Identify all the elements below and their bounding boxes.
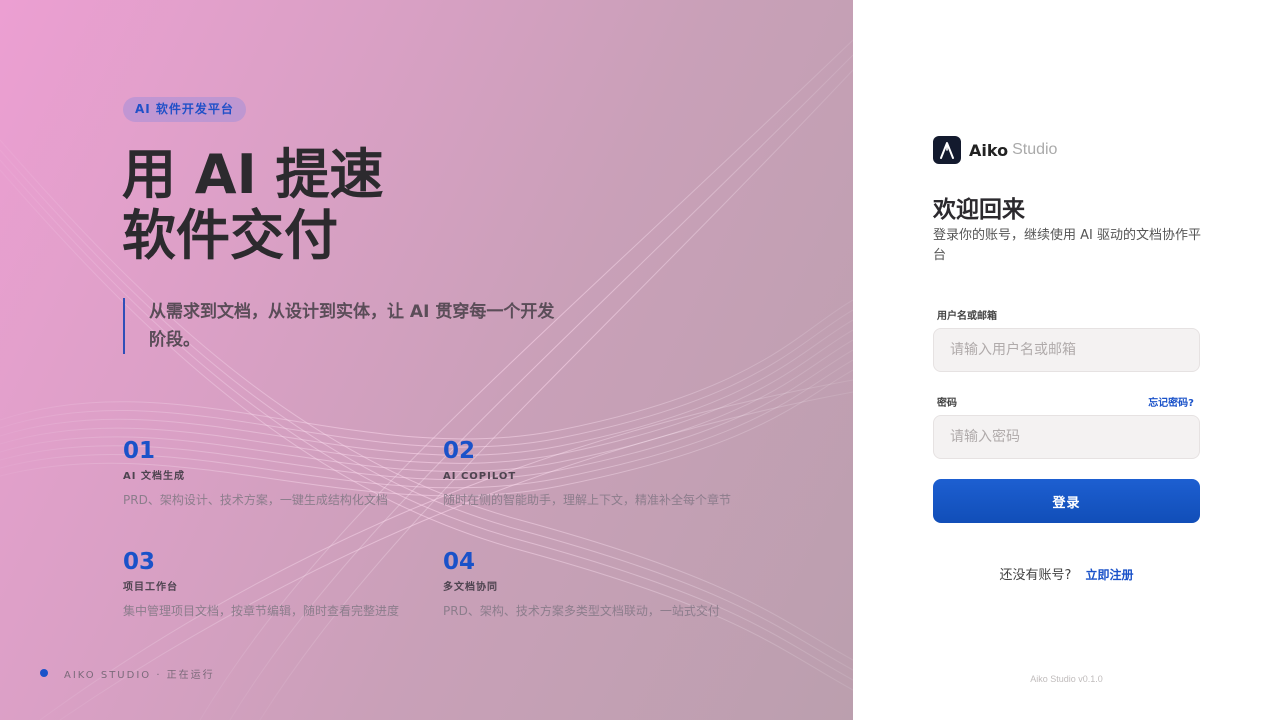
- feature-description: 随时在侧的智能助手，理解上下文，精准补全每个章节: [443, 493, 732, 507]
- status-text: AIKO STUDIO · 正在运行: [64, 669, 215, 681]
- version-label: Aiko Studio v0.1.0: [1030, 674, 1103, 684]
- password-label: 密码: [937, 398, 957, 409]
- feature-item: 01 AI 文档生成 PRD、架构设计、技术方案，一键生成结构化文档: [123, 437, 433, 509]
- feature-title: 项目工作台: [123, 582, 178, 593]
- brand-suffix: Studio: [1012, 141, 1058, 158]
- feature-number: 01: [123, 438, 156, 464]
- feature-item: 03 项目工作台 集中管理项目文档，按章节编辑，随时查看完整进度: [123, 548, 433, 620]
- feature-title: 多文档协同: [443, 582, 498, 593]
- feature-description: PRD、架构、技术方案多类型文档联动，一站式交付: [443, 604, 720, 618]
- aiko-a-logo-icon: [933, 136, 961, 164]
- feature-number: 03: [123, 549, 156, 575]
- welcome-subtitle: 登录你的账号，继续使用 AI 驱动的文档协作平台: [933, 228, 1201, 263]
- feature-number: 02: [443, 438, 476, 464]
- feature-description: PRD、架构设计、技术方案，一键生成结构化文档: [123, 493, 388, 507]
- signup-row: 还没有账号? 立即注册: [933, 564, 1200, 583]
- hero-headline-text: 用 AI 提速 软件交付: [122, 143, 384, 267]
- status-dot-icon: [40, 669, 48, 677]
- hero-headline: 用 AI 提速 软件交付: [122, 144, 542, 266]
- hero-subhead: 从需求到文档，从设计到实体，让 AI 贯穿每一个开发阶段。: [149, 302, 555, 350]
- login-button[interactable]: 登录: [933, 479, 1200, 523]
- login-panel: Aiko Studio 欢迎回来 登录你的账号，继续使用 AI 驱动的文档协作平…: [853, 0, 1280, 720]
- signup-prompt: 还没有账号?: [999, 568, 1072, 583]
- quote-bar: [123, 298, 125, 354]
- feature-description: 集中管理项目文档，按章节编辑，随时查看完整进度: [123, 604, 400, 618]
- platform-badge: AI 软件开发平台: [123, 97, 246, 122]
- password-input[interactable]: [933, 415, 1200, 459]
- hero-panel: AI 软件开发平台 用 AI 提速 软件交付 从需求到文档，从设计到实体，让 A…: [0, 0, 853, 720]
- status-bar: AIKO STUDIO · 正在运行: [40, 665, 215, 681]
- username-input[interactable]: [933, 328, 1200, 372]
- feature-number: 04: [443, 549, 476, 575]
- feature-title: AI COPILOT: [443, 471, 517, 482]
- brand-name: Aiko: [969, 140, 1009, 160]
- signup-link[interactable]: 立即注册: [1086, 568, 1134, 582]
- username-label: 用户名或邮箱: [937, 311, 997, 322]
- feature-item: 04 多文档协同 PRD、架构、技术方案多类型文档联动，一站式交付: [443, 548, 753, 620]
- feature-title: AI 文档生成: [123, 471, 185, 482]
- feature-item: 02 AI COPILOT 随时在侧的智能助手，理解上下文，精准补全每个章节: [443, 437, 753, 509]
- forgot-password-link[interactable]: 忘记密码?: [1148, 394, 1194, 409]
- brand: Aiko Studio: [933, 136, 1057, 164]
- welcome-title: 欢迎回来: [933, 197, 1025, 223]
